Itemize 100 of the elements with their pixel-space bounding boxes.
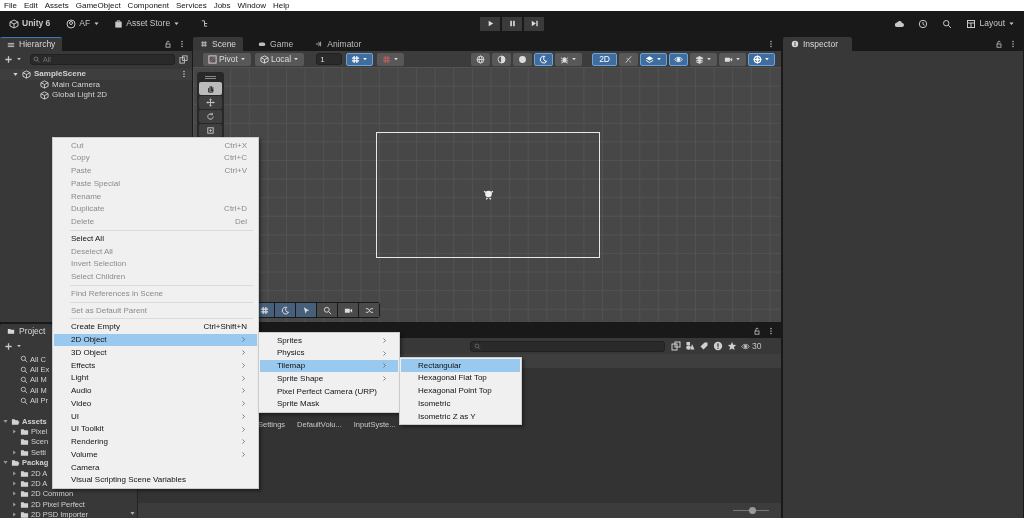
view-option-button[interactable] — [640, 52, 667, 66]
overlay-button[interactable] — [317, 303, 337, 317]
expand-icon[interactable] — [11, 500, 18, 508]
view-tab[interactable]: Game — [251, 37, 301, 51]
expand-icon[interactable] — [11, 490, 18, 498]
hierarchy-item[interactable]: Global Light 2D — [52, 90, 108, 101]
grid-snap-button[interactable] — [346, 52, 374, 66]
collapse-icon[interactable] — [12, 70, 19, 78]
tool-button[interactable] — [199, 96, 222, 109]
menu-item[interactable]: Sprites — [260, 334, 398, 347]
star-icon[interactable] — [727, 341, 737, 351]
menu-item[interactable]: 3D Object — [54, 346, 257, 359]
lock-icon[interactable] — [995, 40, 1003, 48]
menu-item[interactable]: Help — [273, 0, 290, 11]
menu-item[interactable]: Edit — [23, 0, 38, 11]
view-option-button[interactable] — [513, 52, 533, 66]
palette-handle[interactable] — [205, 76, 216, 79]
menu-item[interactable]: Camera — [54, 461, 257, 474]
view-option-button[interactable] — [690, 52, 717, 66]
asset-store-button[interactable]: Asset Store — [111, 16, 184, 31]
menu-item[interactable]: Sprite Mask — [260, 397, 398, 411]
menu-item[interactable]: Create Empty Ctrl+Shift+N — [54, 320, 257, 334]
expand-icon[interactable] — [11, 469, 18, 477]
expand-icon[interactable] — [11, 448, 18, 456]
menu-item[interactable]: Isometric Z as Y — [401, 410, 520, 423]
view-option-button[interactable] — [669, 52, 688, 66]
project-tab[interactable]: Project — [0, 324, 53, 338]
tool-button[interactable] — [199, 124, 222, 137]
menu-item[interactable]: Isometric — [401, 397, 520, 410]
view-option-button[interactable] — [492, 52, 512, 66]
menu-item[interactable]: Services — [175, 0, 207, 11]
scene-filter-icon[interactable] — [179, 54, 188, 64]
view-option-button[interactable] — [471, 52, 491, 66]
menu-item[interactable]: Physics — [260, 346, 398, 360]
overlay-button[interactable] — [359, 303, 379, 317]
more-icon[interactable] — [767, 40, 775, 48]
menu-item[interactable]: Pixel Perfect Camera (URP) — [260, 385, 398, 398]
hierarchy-item[interactable]: Main Camera — [52, 79, 100, 90]
menu-item[interactable]: Jobs — [213, 0, 231, 11]
view-option-button[interactable] — [555, 52, 583, 66]
view-tab[interactable]: Scene — [193, 37, 244, 51]
menu-item[interactable]: GameObject — [75, 0, 121, 11]
menu-item[interactable]: Light — [54, 371, 257, 385]
tool-button[interactable] — [199, 110, 222, 123]
scene-filter-icon[interactable] — [671, 341, 681, 351]
scroll-down-icon[interactable] — [129, 510, 136, 517]
menu-item[interactable]: Hexagonal Flat Top — [401, 371, 520, 385]
more-icon[interactable] — [178, 40, 186, 48]
inspector-tab[interactable]: Inspector — [783, 37, 852, 51]
step-button[interactable] — [524, 16, 544, 31]
menu-item[interactable]: Volume — [54, 448, 257, 461]
layout-button[interactable]: Layout — [963, 16, 1018, 31]
menu-item[interactable]: UI Toolkit — [54, 422, 257, 436]
menu-item[interactable]: Audio — [54, 384, 257, 398]
collapse-icon[interactable] — [2, 417, 9, 425]
slider-thumb[interactable] — [749, 506, 757, 514]
lock-icon[interactable] — [753, 327, 761, 335]
view-option-button[interactable] — [719, 52, 746, 66]
view-option-button[interactable] — [534, 52, 554, 66]
menu-item[interactable]: File — [4, 0, 17, 11]
view-tab[interactable]: Animator — [308, 37, 369, 51]
menu-item[interactable]: Sprite Shape — [260, 372, 398, 385]
menu-item[interactable]: Hexagonal Point Top — [401, 384, 520, 398]
menu-item[interactable]: Visual Scripting Scene Variables — [54, 473, 257, 487]
account-menu-button[interactable]: AF — [63, 16, 104, 31]
menu-item[interactable]: Select All — [54, 232, 257, 245]
add-button[interactable] — [4, 54, 22, 64]
hierarchy-tab[interactable]: Hierarchy — [0, 37, 63, 51]
menu-item[interactable]: 2D Object — [54, 333, 257, 347]
more-icon[interactable] — [1009, 40, 1017, 48]
space-dropdown[interactable]: Local — [254, 52, 305, 66]
pause-button[interactable] — [502, 16, 522, 31]
shapes-icon[interactable] — [685, 341, 695, 351]
account-button[interactable]: Unity 6 — [6, 16, 54, 31]
mode-2d-button[interactable]: 2D — [592, 52, 617, 66]
tag-icon[interactable] — [699, 341, 709, 351]
menu-item[interactable]: Effects — [54, 359, 257, 372]
menu-item[interactable]: Window — [237, 0, 266, 11]
menu-item[interactable]: Tilemap — [260, 359, 398, 373]
collapse-icon[interactable] — [2, 459, 9, 467]
expand-icon[interactable] — [11, 480, 18, 487]
play-button[interactable] — [480, 16, 500, 31]
add-button[interactable] — [4, 341, 22, 351]
tool-button[interactable] — [199, 82, 222, 95]
lock-icon[interactable] — [164, 40, 172, 48]
view-option-button[interactable] — [748, 52, 775, 66]
expand-icon[interactable] — [11, 428, 18, 436]
menu-item[interactable]: Component — [127, 0, 169, 11]
pivot-dropdown[interactable]: Pivot — [203, 52, 251, 66]
warning-icon[interactable] — [713, 341, 723, 351]
overlay-button[interactable] — [338, 303, 358, 317]
overlay-button[interactable] — [296, 303, 316, 317]
snap-increment-field[interactable]: 1 — [316, 53, 343, 65]
menu-item[interactable]: Video — [54, 397, 257, 410]
menu-item[interactable]: Rendering — [54, 435, 257, 449]
menu-item[interactable]: Assets — [44, 0, 69, 11]
expand-icon[interactable] — [11, 511, 18, 518]
more-icon[interactable] — [180, 70, 188, 79]
hidden-count[interactable]: 30 — [741, 340, 762, 352]
menu-item[interactable]: Rectangular — [401, 359, 520, 372]
